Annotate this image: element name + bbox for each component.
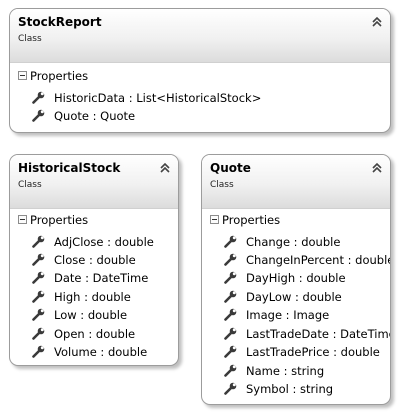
property-label: Volume : double [54,345,148,359]
property-item[interactable]: LastTradeDate : DateTime [224,325,391,343]
properties-section[interactable]: Properties [18,69,88,83]
property-item[interactable]: Change : double [224,233,340,251]
wrench-icon [32,345,45,358]
class-header[interactable]: StockReport Class [10,9,390,63]
property-label: LastTradePrice : double [246,345,380,359]
section-label: Properties [30,69,89,83]
property-item[interactable]: High : double [32,288,131,306]
section-collapse-icon[interactable] [210,215,219,224]
wrench-icon [224,345,237,358]
wrench-icon [32,271,45,284]
property-label: LastTradeDate : DateTime [246,327,391,341]
wrench-icon [32,308,45,321]
property-label: Low : double [54,308,128,322]
property-item[interactable]: ChangeInPercent : double [224,251,391,269]
property-item[interactable]: AdjClose : double [32,233,154,251]
property-label: Date : DateTime [54,271,149,285]
section-collapse-icon[interactable] [18,71,27,80]
property-item[interactable]: LastTradePrice : double [224,343,380,361]
properties-section[interactable]: Properties [18,213,88,227]
property-label: AdjClose : double [54,235,154,249]
collapse-icon[interactable] [371,16,383,28]
class-box-quote[interactable]: Quote Class Properties Change : double C… [201,154,391,405]
wrench-icon [32,253,45,266]
property-item[interactable]: Close : double [32,251,136,269]
class-kind: Class [210,180,234,190]
property-label: DayHigh : double [246,271,346,285]
class-kind: Class [18,34,42,44]
section-collapse-icon[interactable] [18,215,27,224]
class-name: Quote [210,161,251,175]
property-item[interactable]: Name : string [224,362,324,380]
property-item[interactable]: Image : Image [224,306,329,324]
property-label: Close : double [54,253,136,267]
property-label: Name : string [246,364,325,378]
wrench-icon [224,364,237,377]
property-item[interactable]: Date : DateTime [32,269,148,287]
wrench-icon [32,91,45,104]
wrench-icon [32,235,45,248]
property-item[interactable]: Quote : Quote [32,107,135,125]
property-label: Quote : Quote [54,109,136,123]
wrench-icon [224,327,237,340]
property-label: ChangeInPercent : double [246,253,391,267]
class-header[interactable]: HistoricalStock Class [10,155,178,209]
wrench-icon [32,327,45,340]
property-label: DayLow : double [246,290,342,304]
wrench-icon [32,290,45,303]
property-label: High : double [54,290,131,304]
class-box-historicalstock[interactable]: HistoricalStock Class Properties AdjClos… [9,154,179,366]
wrench-icon [224,271,237,284]
property-item[interactable]: Low : double [32,306,127,324]
section-label: Properties [222,213,281,227]
class-kind: Class [18,180,42,190]
properties-section[interactable]: Properties [210,213,280,227]
wrench-icon [224,290,237,303]
section-label: Properties [30,213,89,227]
wrench-icon [224,382,237,395]
property-item[interactable]: Symbol : string [224,380,333,398]
property-label: Open : double [54,327,136,341]
wrench-icon [224,235,237,248]
property-item[interactable]: Open : double [32,325,135,343]
class-name: StockReport [18,15,102,29]
wrench-icon [32,109,45,122]
property-label: Image : Image [246,308,330,322]
property-item[interactable]: DayLow : double [224,288,342,306]
wrench-icon [224,308,237,321]
class-header[interactable]: Quote Class [202,155,390,209]
property-label: Symbol : string [246,382,334,396]
property-item[interactable]: HistoricData : List<HistoricalStock> [32,89,261,107]
property-item[interactable]: DayHigh : double [224,269,346,287]
property-label: Change : double [246,235,341,249]
collapse-icon[interactable] [159,162,171,174]
class-name: HistoricalStock [18,161,121,175]
class-box-stockreport[interactable]: StockReport Class Properties HistoricDat… [9,8,391,133]
property-label: HistoricData : List<HistoricalStock> [54,91,262,105]
property-item[interactable]: Volume : double [32,343,147,361]
collapse-icon[interactable] [371,162,383,174]
wrench-icon [224,253,237,266]
